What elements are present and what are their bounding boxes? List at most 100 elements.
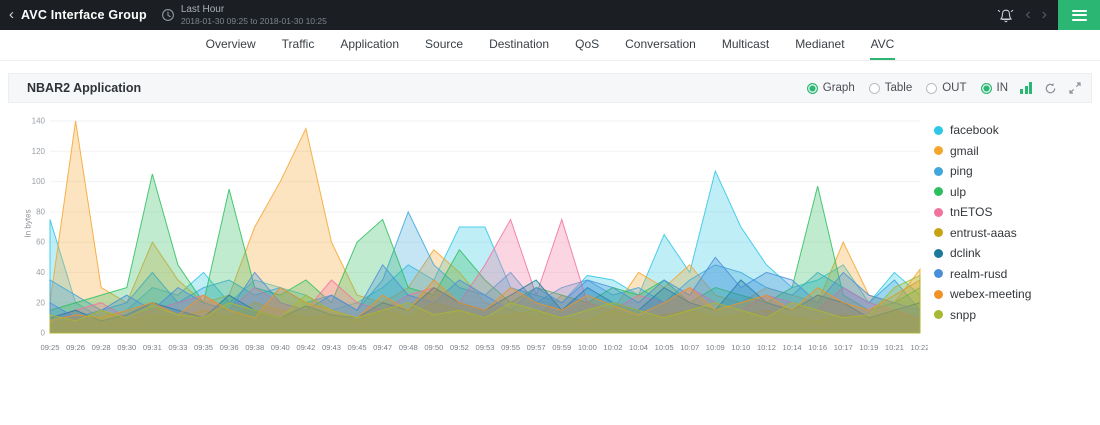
svg-text:0: 0	[41, 329, 46, 338]
svg-text:09:48: 09:48	[399, 343, 418, 352]
back-icon[interactable]: ‹	[0, 0, 21, 30]
traffic-area-chart[interactable]: 0 20 40 60 80 100 120 140 09:25 09:26 09:28 09:30 09…	[16, 109, 930, 361]
hamburger-bar	[1071, 9, 1087, 12]
time-range-selector[interactable]: Last Hour 2018-01-30 09:25 to 2018-01-30…	[181, 4, 327, 26]
legend-color-dot	[934, 125, 943, 135]
svg-text:09:28: 09:28	[92, 343, 111, 352]
legend-item-tnETOS[interactable]: tnETOS	[934, 205, 1092, 219]
legend-item-ping[interactable]: ping	[934, 164, 1092, 178]
legend-color-dot	[934, 310, 943, 319]
radio-out[interactable]	[926, 82, 938, 94]
time-range-label: Last Hour	[180, 3, 225, 15]
svg-text:09:42: 09:42	[296, 343, 315, 352]
svg-text:10:16: 10:16	[808, 343, 827, 352]
toggle-table[interactable]: Table	[868, 82, 913, 94]
legend-item-gmail[interactable]: gmail	[934, 144, 1092, 158]
tab-conversation[interactable]: Conversation	[624, 30, 697, 60]
hamburger-menu-button[interactable]	[1058, 0, 1100, 30]
clock-icon	[161, 8, 175, 22]
svg-text:100: 100	[32, 177, 46, 186]
radio-graph[interactable]	[806, 82, 818, 94]
svg-text:10:04: 10:04	[629, 343, 648, 352]
panel-title: NBAR2 Application	[27, 81, 142, 95]
legend-label: ping	[950, 164, 973, 178]
tab-avc[interactable]: AVC	[869, 30, 896, 60]
tab-multicast[interactable]: Multicast	[721, 30, 770, 60]
radio-in[interactable]	[980, 82, 992, 94]
tab-overview[interactable]: Overview	[205, 30, 257, 60]
page-title: AVC Interface Group	[21, 8, 147, 22]
legend-color-dot	[934, 248, 943, 258]
legend-label: dclink	[950, 246, 981, 260]
alarm-bell-icon[interactable]	[997, 7, 1014, 23]
legend-item-realm-rusd[interactable]: realm-rusd	[934, 267, 1092, 281]
tab-traffic[interactable]: Traffic	[281, 30, 316, 60]
expand-icon[interactable]	[1069, 82, 1081, 94]
legend-color-dot	[934, 289, 943, 299]
svg-text:09:35: 09:35	[194, 343, 213, 352]
tab-medianet[interactable]: Medianet	[794, 30, 845, 60]
legend-item-facebook[interactable]: facebook	[934, 123, 1092, 137]
toggle-in-label: IN	[996, 82, 1009, 94]
svg-text:09:31: 09:31	[143, 343, 162, 352]
svg-text:10:19: 10:19	[859, 343, 878, 352]
svg-text:09:40: 09:40	[271, 343, 290, 352]
nbar2-application-panel: NBAR2 Application Graph Table OUT IN In …	[8, 73, 1092, 366]
tab-source[interactable]: Source	[424, 30, 464, 60]
legend-item-ulp[interactable]: ulp	[934, 185, 1092, 199]
svg-text:120: 120	[32, 147, 46, 156]
svg-text:40: 40	[36, 268, 45, 277]
legend-item-dclink[interactable]: dclink	[934, 246, 1092, 260]
svg-text:80: 80	[36, 207, 45, 216]
legend-label: entrust-aaas	[950, 225, 1017, 240]
section-tabs: Overview Traffic Application Source Dest…	[0, 30, 1100, 61]
svg-text:09:26: 09:26	[66, 343, 85, 352]
toggle-out[interactable]: OUT	[926, 82, 967, 94]
y-axis-title: In bytes	[23, 209, 33, 238]
svg-text:09:50: 09:50	[424, 343, 443, 352]
bar-chart-icon[interactable]	[1020, 82, 1032, 94]
tab-qos[interactable]: QoS	[574, 30, 600, 60]
legend-label: snpp	[950, 307, 977, 322]
legend-label: webex-meeting	[950, 287, 1032, 301]
svg-text:09:47: 09:47	[373, 343, 392, 352]
legend-color-dot	[934, 228, 943, 237]
svg-text:10:07: 10:07	[680, 343, 699, 352]
next-chevron-icon[interactable]: ›	[1042, 0, 1047, 30]
refresh-icon[interactable]	[1044, 82, 1057, 95]
svg-text:09:33: 09:33	[168, 343, 187, 352]
svg-text:10:09: 10:09	[706, 343, 725, 352]
svg-text:09:59: 09:59	[552, 343, 571, 352]
legend-label: tnETOS	[950, 205, 993, 219]
svg-text:09:36: 09:36	[220, 343, 239, 352]
legend-color-dot	[934, 146, 943, 155]
tab-destination[interactable]: Destination	[488, 30, 550, 60]
radio-table[interactable]	[868, 82, 880, 94]
legend-color-dot	[934, 187, 943, 196]
toggle-graph-label: Graph	[822, 82, 855, 94]
svg-text:09:55: 09:55	[501, 343, 520, 352]
hamburger-bar	[1071, 14, 1087, 16]
legend-item-snpp[interactable]: snpp	[934, 308, 1092, 322]
toggle-in[interactable]: IN	[980, 82, 1009, 94]
svg-text:09:52: 09:52	[450, 343, 469, 352]
svg-text:10:12: 10:12	[757, 343, 776, 352]
tab-application[interactable]: Application	[339, 30, 400, 60]
svg-text:09:53: 09:53	[475, 343, 494, 352]
prev-chevron-icon[interactable]: ‹	[1025, 0, 1030, 30]
svg-text:10:05: 10:05	[655, 343, 674, 352]
legend-item-entrust-aaas[interactable]: entrust-aaas	[934, 226, 1092, 240]
toggle-table-label: Table	[884, 82, 913, 94]
svg-text:140: 140	[32, 117, 46, 126]
svg-text:09:38: 09:38	[245, 343, 264, 352]
legend-label: gmail	[950, 143, 979, 158]
toggle-out-label: OUT	[942, 82, 967, 94]
legend-item-webex-meeting[interactable]: webex-meeting	[934, 287, 1092, 301]
hamburger-bar	[1071, 18, 1087, 21]
legend-color-dot	[934, 207, 943, 217]
svg-text:09:30: 09:30	[117, 343, 136, 352]
svg-text:09:43: 09:43	[322, 343, 341, 352]
panel-header: NBAR2 Application Graph Table OUT IN	[8, 73, 1092, 103]
toggle-graph[interactable]: Graph	[806, 82, 855, 94]
top-bar: ‹ AVC Interface Group Last Hour 2018-01-…	[0, 0, 1100, 30]
